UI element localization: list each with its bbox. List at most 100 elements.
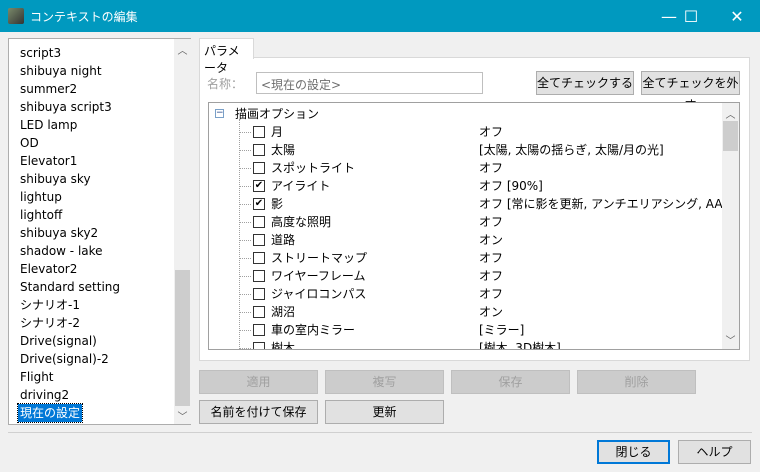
option-value: オフ xyxy=(479,215,504,229)
tree-connector xyxy=(239,222,251,223)
option-checkbox[interactable] xyxy=(253,324,265,336)
scroll-down-icon[interactable]: ﹀ xyxy=(174,408,191,423)
option-value: オフ [90%] xyxy=(479,179,543,193)
tree-connector xyxy=(239,204,251,205)
title-bar: コンテキストの編集 — ☐ ✕ xyxy=(0,0,760,32)
tree-connector xyxy=(239,186,251,187)
tree-row[interactable]: ワイヤーフレーム オフ xyxy=(209,267,723,285)
context-list-item[interactable]: OD xyxy=(18,134,41,152)
context-list-item[interactable]: lightup xyxy=(18,188,64,206)
tree-connector xyxy=(239,330,251,331)
option-checkbox[interactable] xyxy=(253,270,265,282)
context-list[interactable]: script3 shibuya night summer2 shibuya scrip… xyxy=(8,38,191,425)
option-checkbox[interactable] xyxy=(253,126,265,138)
context-list-item[interactable]: Flight xyxy=(18,368,56,386)
context-list-item[interactable]: 現在の設定 xyxy=(16,403,84,423)
tree-row[interactable]: 樹木 [樹木, 3D樹木] xyxy=(209,339,723,350)
context-list-item[interactable]: Elevator1 xyxy=(18,152,79,170)
context-list-item[interactable]: シナリオ-1 xyxy=(18,296,82,314)
save-as-button[interactable]: 名前を付けて保存 xyxy=(199,400,318,424)
list-scrollbar[interactable]: ︿ ﹀ xyxy=(174,39,191,424)
option-value: [太陽, 太陽の揺らぎ, 太陽/月の光] xyxy=(479,143,664,157)
option-checkbox[interactable] xyxy=(253,288,265,300)
maximize-button[interactable]: ☐ xyxy=(668,0,714,32)
context-list-item[interactable]: shadow - lake xyxy=(18,242,105,260)
option-checkbox[interactable] xyxy=(253,144,265,156)
close-button[interactable]: 閉じる xyxy=(597,440,670,464)
copy-button[interactable]: 複写 xyxy=(325,370,444,394)
collapse-icon[interactable]: − xyxy=(215,109,224,118)
tree-connector xyxy=(239,294,251,295)
option-checkbox[interactable] xyxy=(253,342,265,349)
tree-row[interactable]: ✔ 影 オフ [常に影を更新, アンチエリアシング, AA幅: 3, 更... xyxy=(209,195,739,213)
context-list-item[interactable]: shibuya script3 xyxy=(18,98,114,116)
delete-button[interactable]: 削除 xyxy=(577,370,696,394)
tree-root-label: 描画オプション xyxy=(235,107,320,121)
option-checkbox[interactable]: ✔ xyxy=(253,198,265,210)
context-list-item[interactable]: summer2 xyxy=(18,80,79,98)
tree-row[interactable]: ✔ アイライト オフ [90%] xyxy=(209,177,723,195)
option-value: [ミラー] xyxy=(479,323,525,337)
scroll-thumb[interactable] xyxy=(175,270,190,406)
option-checkbox[interactable]: ✔ xyxy=(253,180,265,192)
tree-row[interactable]: 湖沼 オン xyxy=(209,303,723,321)
option-label: 樹木 xyxy=(271,341,296,350)
option-label: アイライト xyxy=(271,179,331,193)
scroll-up-icon[interactable]: ︿ xyxy=(174,42,191,57)
context-list-item[interactable]: Elevator2 xyxy=(18,260,79,278)
option-label: ストリートマップ xyxy=(271,251,368,265)
option-label: 道路 xyxy=(271,233,296,247)
tree-connector xyxy=(239,150,251,151)
context-list-item[interactable]: lightoff xyxy=(18,206,64,224)
tree-row[interactable]: 太陽 [太陽, 太陽の揺らぎ, 太陽/月の光] xyxy=(209,141,723,159)
context-list-item[interactable]: script3 xyxy=(18,44,63,62)
apply-button[interactable]: 適用 xyxy=(199,370,318,394)
context-list-item[interactable]: LED lamp xyxy=(18,116,79,134)
tree-row[interactable]: 道路 オン xyxy=(209,231,723,249)
tree-connector xyxy=(239,132,251,133)
context-list-item[interactable]: shibuya sky xyxy=(18,170,93,188)
scroll-thumb[interactable] xyxy=(723,121,738,151)
tree-scrollbar[interactable]: ︿ ﹀ xyxy=(722,103,739,349)
option-label: 影 xyxy=(271,197,284,211)
context-list-item[interactable]: shibuya night xyxy=(18,62,104,80)
context-list-item[interactable]: driving2 xyxy=(18,386,71,404)
update-button[interactable]: 更新 xyxy=(325,400,444,424)
close-window-button[interactable]: ✕ xyxy=(714,0,760,32)
option-value: オフ xyxy=(479,125,504,139)
option-checkbox[interactable] xyxy=(253,216,265,228)
context-list-item[interactable]: Drive(signal)-2 xyxy=(18,350,111,368)
option-checkbox[interactable] xyxy=(253,252,265,264)
option-checkbox[interactable] xyxy=(253,162,265,174)
options-tree[interactable]: − 描画オプション 月オフ 太陽 [太陽, 太陽の揺らぎ, 太陽/月の光] スポットラ… xyxy=(208,102,740,350)
name-input[interactable]: <現在の設定> xyxy=(256,72,483,94)
tree-root[interactable]: − 描画オプション xyxy=(209,105,723,123)
uncheck-all-button[interactable]: 全てチェックを外す xyxy=(641,71,740,112)
option-label: 湖沼 xyxy=(271,305,296,319)
scroll-down-icon[interactable]: ﹀ xyxy=(722,332,739,347)
tree-row[interactable]: ジャイロコンパス オフ xyxy=(209,285,723,303)
option-checkbox[interactable] xyxy=(253,306,265,318)
check-all-button[interactable]: 全てチェックする xyxy=(536,71,634,95)
app-icon xyxy=(8,8,24,24)
context-list-item[interactable]: Standard setting xyxy=(18,278,122,296)
divider xyxy=(8,432,752,433)
save-button[interactable]: 保存 xyxy=(451,370,570,394)
context-list-item[interactable]: Drive(signal) xyxy=(18,332,99,350)
tree-row[interactable]: ストリートマップ オフ xyxy=(209,249,723,267)
option-value: オン xyxy=(479,305,504,319)
tree-row[interactable]: 高度な照明 オフ xyxy=(209,213,723,231)
option-label: 高度な照明 xyxy=(271,215,332,229)
option-value: オン xyxy=(479,233,504,247)
context-list-item[interactable]: shibuya sky2 xyxy=(18,224,100,242)
tree-row[interactable]: 月 オフ xyxy=(209,123,723,141)
option-value: オフ xyxy=(479,161,504,175)
tree-row[interactable]: スポットライト オフ xyxy=(209,159,723,177)
tab-parameters[interactable]: パラメータ xyxy=(199,38,254,75)
option-checkbox[interactable] xyxy=(253,234,265,246)
help-button[interactable]: ヘルプ xyxy=(678,440,751,464)
scroll-up-icon[interactable]: ︿ xyxy=(722,106,739,121)
context-list-item[interactable]: シナリオ-2 xyxy=(18,314,82,332)
tree-row[interactable]: 車の室内ミラー [ミラー] xyxy=(209,321,723,339)
option-value: オフ xyxy=(479,287,504,301)
